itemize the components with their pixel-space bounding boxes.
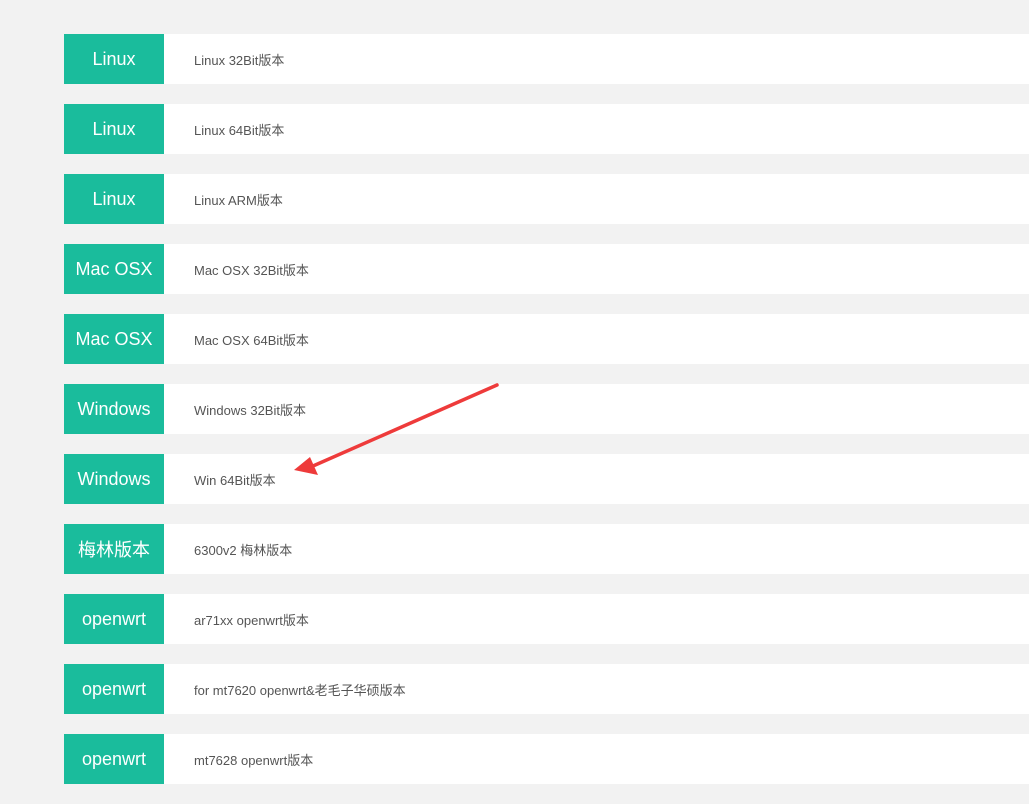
download-link[interactable]: Linux 64Bit版本 <box>164 104 1029 154</box>
download-link[interactable]: Linux 32Bit版本 <box>164 34 1029 84</box>
platform-tag[interactable]: Mac OSX <box>64 244 164 294</box>
platform-tag[interactable]: Windows <box>64 454 164 504</box>
platform-tag[interactable]: openwrt <box>64 664 164 714</box>
download-link[interactable]: Win 64Bit版本 <box>164 454 1029 504</box>
download-row-merlin[interactable]: 梅林版本 6300v2 梅林版本 <box>64 524 1029 574</box>
download-row-windows-32bit[interactable]: Windows Windows 32Bit版本 <box>64 384 1029 434</box>
download-link[interactable]: Linux ARM版本 <box>164 174 1029 224</box>
download-link[interactable]: Mac OSX 32Bit版本 <box>164 244 1029 294</box>
platform-tag[interactable]: openwrt <box>64 734 164 784</box>
download-row-openwrt-ar71xx[interactable]: openwrt ar71xx openwrt版本 <box>64 594 1029 644</box>
download-row-linux-32bit[interactable]: Linux Linux 32Bit版本 <box>64 34 1029 84</box>
download-list: Linux Linux 32Bit版本 Linux Linux 64Bit版本 … <box>64 34 1029 804</box>
download-row-linux-64bit[interactable]: Linux Linux 64Bit版本 <box>64 104 1029 154</box>
platform-tag[interactable]: openwrt <box>64 594 164 644</box>
download-row-linux-arm[interactable]: Linux Linux ARM版本 <box>64 174 1029 224</box>
platform-tag[interactable]: 梅林版本 <box>64 524 164 574</box>
download-row-openwrt-mt7628[interactable]: openwrt mt7628 openwrt版本 <box>64 734 1029 784</box>
platform-tag[interactable]: Windows <box>64 384 164 434</box>
download-link[interactable]: mt7628 openwrt版本 <box>164 734 1029 784</box>
platform-tag[interactable]: Linux <box>64 34 164 84</box>
download-link[interactable]: 6300v2 梅林版本 <box>164 524 1029 574</box>
download-link[interactable]: for mt7620 openwrt&老毛子华硕版本 <box>164 664 1029 714</box>
download-row-macosx-32bit[interactable]: Mac OSX Mac OSX 32Bit版本 <box>64 244 1029 294</box>
download-link[interactable]: ar71xx openwrt版本 <box>164 594 1029 644</box>
platform-tag[interactable]: Linux <box>64 104 164 154</box>
download-link[interactable]: Windows 32Bit版本 <box>164 384 1029 434</box>
download-link[interactable]: Mac OSX 64Bit版本 <box>164 314 1029 364</box>
download-row-windows-64bit[interactable]: Windows Win 64Bit版本 <box>64 454 1029 504</box>
platform-tag[interactable]: Linux <box>64 174 164 224</box>
download-row-macosx-64bit[interactable]: Mac OSX Mac OSX 64Bit版本 <box>64 314 1029 364</box>
download-row-openwrt-mt7620[interactable]: openwrt for mt7620 openwrt&老毛子华硕版本 <box>64 664 1029 714</box>
platform-tag[interactable]: Mac OSX <box>64 314 164 364</box>
